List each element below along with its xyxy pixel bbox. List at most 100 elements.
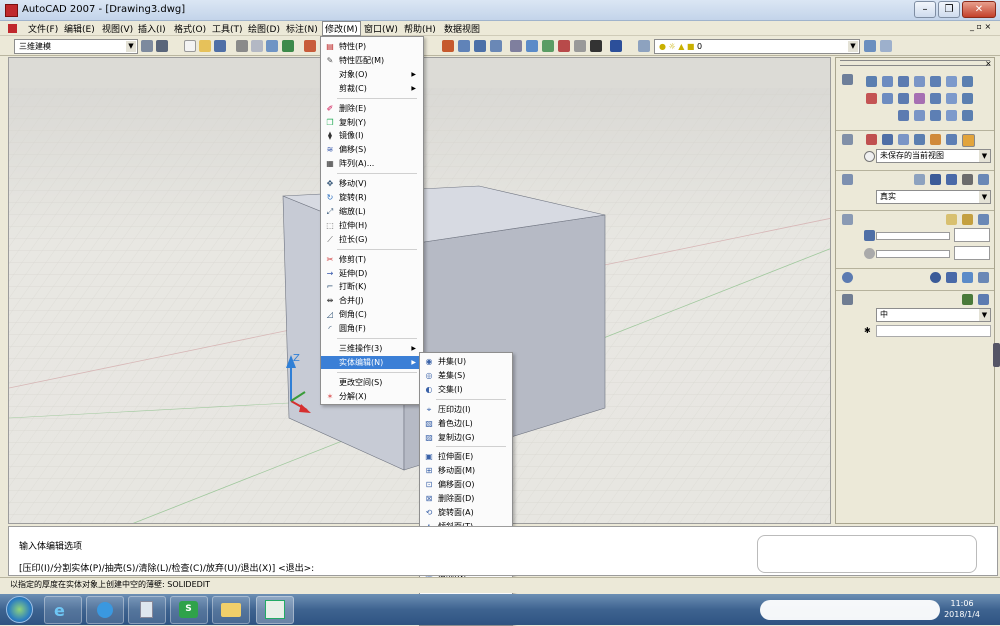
menu-item[interactable]: ▤ 特性(P) [321,40,421,53]
save-icon[interactable] [214,40,226,52]
menu-item[interactable]: ▦ 阵列(A)... [321,157,421,170]
workspace-save-icon[interactable] [156,40,168,52]
menu-item[interactable]: 对象(O) ▶ [321,68,421,81]
zoom-window-icon[interactable] [474,40,486,52]
autocad-app-icon[interactable] [5,4,18,17]
3d-hidden-icon[interactable] [930,174,941,185]
wedge-icon[interactable] [946,76,957,87]
chevron-down-icon[interactable]: ▼ [979,309,990,321]
menu-item[interactable]: ◜ 圆角(F) [321,322,421,335]
menu-item[interactable]: ◉ 并集(U) [420,355,510,368]
calculator-icon[interactable] [590,40,602,52]
publish-icon[interactable] [266,40,278,52]
menu-item[interactable]: ⌖ 压印边(I) [420,403,510,416]
revolve-icon[interactable] [930,93,941,104]
cut-icon[interactable] [304,40,316,52]
menu-item[interactable]: ✎ 特性匹配(M) [321,54,421,67]
menu-item[interactable]: 实体编辑(N) ▶ [321,355,421,369]
plot-preview-icon[interactable] [251,40,263,52]
cone-icon[interactable] [898,76,909,87]
advanced-render-icon[interactable] [978,294,989,305]
brightness-slider[interactable] [876,232,950,240]
walk-icon[interactable] [914,134,925,145]
menu-item[interactable]: ◐ 交集(I) [420,383,510,396]
menu-item[interactable]: → 延伸(D) [321,267,421,280]
fly-icon[interactable] [930,134,941,145]
materials-map-icon[interactable] [962,272,973,283]
menu-edit[interactable]: 编辑(E) [62,22,97,35]
default-lighting-icon[interactable] [946,214,957,225]
wps-taskbar-button[interactable]: S [170,596,208,624]
visual-style-manager-icon[interactable] [978,174,989,185]
explorer-taskbar-button[interactable] [212,596,250,624]
light-list-icon[interactable] [978,214,989,225]
pan-icon[interactable] [442,40,454,52]
properties-icon[interactable] [510,40,522,52]
menu-item[interactable]: 三维操作(3) ▶ [321,342,421,355]
menu-item[interactable]: ⊡ 偏移面(O) [420,478,510,491]
render-quality-combo[interactable]: 中 ▼ [876,308,991,322]
view-combo[interactable]: 未保存的当前视图 ▼ [876,149,991,163]
sun-icon[interactable] [962,214,973,225]
zoom-realtime-icon[interactable] [458,40,470,52]
open-file-icon[interactable] [199,40,211,52]
loft-icon[interactable] [946,93,957,104]
2d-wireframe-icon[interactable] [914,174,925,185]
menu-file[interactable]: 文件(F) [26,22,60,35]
flatshot-icon[interactable] [962,110,973,121]
sphere-icon[interactable] [914,76,925,87]
menu-item[interactable]: ▨ 复制边(G) [420,431,510,444]
torus-icon[interactable] [962,76,973,87]
layer-combo[interactable]: ● ☼ ▲ ■ 0 ▼ [654,39,860,54]
new-file-icon[interactable] [184,40,196,52]
menu-item[interactable]: ⟲ 旋转面(A) [420,506,510,519]
menu-item[interactable]: ↻ 旋转(R) [321,191,421,204]
layer-manager-icon[interactable] [638,40,650,52]
start-button[interactable] [6,596,33,623]
menu-item[interactable]: ✶ 分解(X) [321,390,421,403]
menu-item[interactable]: ≋ 偏移(S) [321,143,421,156]
menu-item[interactable]: ◿ 倒角(C) [321,308,421,321]
chevron-down-icon[interactable]: ▼ [979,150,990,162]
help-icon[interactable] [610,40,622,52]
menu-item[interactable]: ⟋ 拉长(G) [321,233,421,246]
autocad-taskbar-button[interactable] [256,596,294,624]
menu-item[interactable]: ⤢ 缩放(L) [321,205,421,218]
extrude-icon[interactable] [882,93,893,104]
orbit-icon[interactable] [882,134,893,145]
render-region-icon[interactable]: ✱ [864,326,871,335]
zoom-previous-icon[interactable] [490,40,502,52]
menu-item[interactable]: ▧ 着色边(L) [420,417,510,430]
cylinder-icon[interactable] [882,76,893,87]
subtract-icon[interactable] [914,110,925,121]
contrast-slider[interactable] [876,250,950,258]
maximize-button[interactable]: ❐ [938,1,960,18]
menu-data-view[interactable]: 数据视图 [442,22,482,35]
ie-taskbar-button[interactable]: e [44,596,82,624]
taskbar-clock[interactable]: 11:06 2018/1/4 [944,598,980,620]
menu-item[interactable]: ⊞ 移动面(M) [420,464,510,477]
view-radio-icon[interactable] [864,151,875,162]
contrast-field[interactable] [954,246,990,260]
presspull-icon[interactable] [898,93,909,104]
menu-tools[interactable]: 工具(T) [210,22,245,35]
command-window[interactable]: 输入体编辑选项 [压印(I)/分割实体(P)/抽壳(S)/清除(L)/检查(C)… [8,526,998,576]
menu-item[interactable]: 更改空间(S) [321,376,421,389]
menu-item[interactable]: ⊠ 删除面(D) [420,492,510,505]
box-solid-icon[interactable] [866,76,877,87]
materials-off-icon[interactable] [930,272,941,283]
menu-item[interactable]: ⬚ 拉伸(H) [321,219,421,232]
menu-window[interactable]: 窗口(W) [362,22,400,35]
realistic-icon[interactable] [946,174,957,185]
menu-draw[interactable]: 绘图(D) [246,22,282,35]
menu-item[interactable]: ⧫ 镜像(I) [321,129,421,142]
layer-previous-icon[interactable] [880,40,892,52]
chevron-down-icon[interactable]: ▼ [979,191,990,203]
ucs-icon[interactable] [866,93,877,104]
menu-item[interactable]: ⌐ 打断(K) [321,280,421,293]
menu-item[interactable]: ▣ 拉伸面(E) [420,450,510,463]
pan-3d-icon[interactable] [866,134,877,145]
menu-close-doc-icon[interactable]: _ ▫ × [968,22,993,31]
menu-item[interactable]: ◎ 差集(S) [420,369,510,382]
menu-item[interactable]: 剪裁(C) ▶ [321,82,421,95]
